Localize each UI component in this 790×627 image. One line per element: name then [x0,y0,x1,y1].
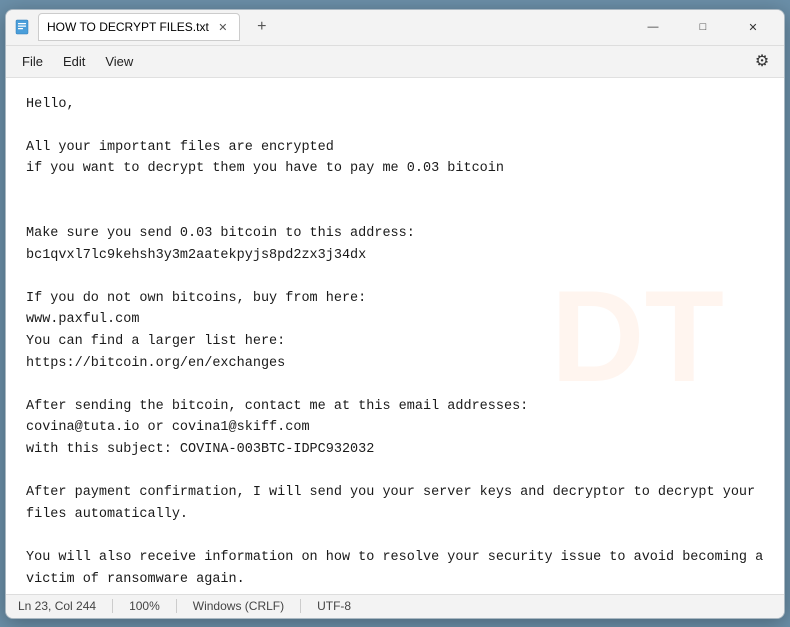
app-icon [14,19,30,35]
zoom-level: 100% [113,599,177,613]
window-controls: — □ ✕ [630,9,776,45]
menu-edit[interactable]: Edit [55,50,93,73]
encoding: UTF-8 [301,599,367,613]
menu-file[interactable]: File [14,50,51,73]
menu-items: File Edit View [14,50,141,73]
new-tab-button[interactable]: + [248,13,276,41]
app-window: HOW TO DECRYPT FILES.txt ✕ + — □ ✕ File … [5,9,785,619]
title-bar: HOW TO DECRYPT FILES.txt ✕ + — □ ✕ [6,10,784,46]
close-button[interactable]: ✕ [730,9,776,45]
cursor-position: Ln 23, Col 244 [18,599,113,613]
active-tab[interactable]: HOW TO DECRYPT FILES.txt ✕ [38,13,240,41]
status-bar: Ln 23, Col 244 100% Windows (CRLF) UTF-8 [6,594,784,618]
editor-text: Hello, All your important files are encr… [26,94,764,594]
tab-close-button[interactable]: ✕ [215,19,231,35]
maximize-button[interactable]: □ [680,9,726,45]
menu-bar: File Edit View ⚙ [6,46,784,78]
text-editor-content[interactable]: DT Hello, All your important files are e… [6,78,784,594]
menu-view[interactable]: View [97,50,141,73]
line-ending: Windows (CRLF) [177,599,301,613]
tab-title: HOW TO DECRYPT FILES.txt [47,20,209,34]
title-bar-left: HOW TO DECRYPT FILES.txt ✕ + [14,13,630,41]
settings-button[interactable]: ⚙ [748,47,776,75]
minimize-button[interactable]: — [630,9,676,45]
